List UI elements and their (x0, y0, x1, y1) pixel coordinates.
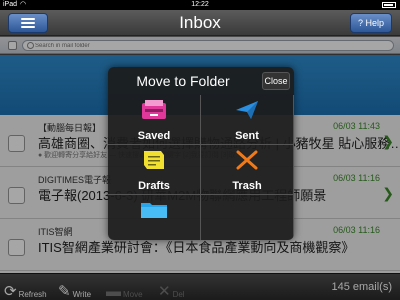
move-to-folder-dialog: Move to Folder Close Saved Sent Drafts T… (108, 67, 294, 240)
status-bar: iPad ◠ 12:22 (0, 0, 400, 10)
x-mark-icon (201, 149, 293, 173)
help-icon: ? (357, 18, 363, 28)
close-button[interactable]: Close (262, 72, 290, 90)
dialog-title: Move to Folder (136, 73, 230, 89)
folder-label: Trash (232, 180, 262, 192)
navigation-bar: Inbox ? Help (0, 10, 400, 36)
sticky-note-icon (108, 149, 200, 173)
folder-label: Sent (235, 130, 259, 142)
paper-plane-icon (201, 99, 293, 123)
inbox-tray-icon (108, 99, 200, 123)
folder-drafts[interactable]: Drafts (108, 145, 201, 195)
battery-icon (382, 2, 396, 8)
help-label: Help (365, 18, 385, 28)
folder-sent[interactable]: Sent (201, 95, 294, 145)
folder-custom[interactable] (108, 195, 201, 240)
folder-saved[interactable]: Saved (108, 95, 201, 145)
folder-empty-slot (201, 195, 294, 240)
folder-label: Saved (137, 130, 171, 142)
folder-trash[interactable]: Trash (201, 145, 294, 195)
page-title: Inbox (179, 13, 221, 32)
folder-label: Drafts (138, 180, 170, 192)
clock: 12:22 (191, 1, 209, 8)
folder-icon (108, 199, 200, 223)
help-button[interactable]: ? Help (350, 13, 392, 33)
